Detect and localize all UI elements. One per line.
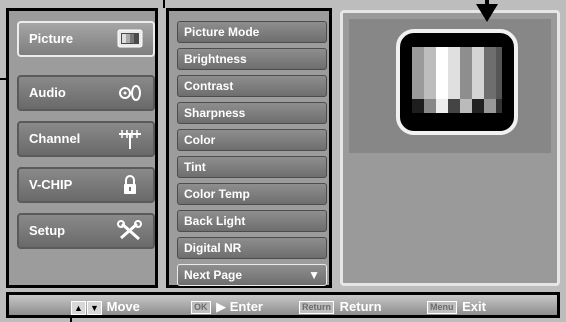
menu-item-back-light[interactable]: Back Light: [177, 210, 327, 232]
category-vchip[interactable]: V-CHIP: [17, 167, 155, 203]
category-channel[interactable]: Channel: [17, 121, 155, 157]
play-arrow-icon: ▶: [216, 299, 227, 314]
menu-item-brightness[interactable]: Brightness: [177, 48, 327, 70]
preview-area: [349, 19, 551, 153]
help-exit-label: Exit: [462, 299, 486, 314]
menu-item-label: Digital NR: [184, 241, 242, 255]
menu-item-label: Brightness: [184, 52, 247, 66]
annotation-line: [0, 78, 6, 80]
help-move-label: Move: [106, 299, 140, 314]
category-label: V-CHIP: [29, 177, 73, 192]
preview-panel: [340, 10, 560, 286]
category-setup[interactable]: Setup: [17, 213, 155, 249]
annotation-arrow-icon: [476, 4, 498, 22]
menu-item-color[interactable]: Color: [177, 129, 327, 151]
tv-osd-screen: Picture Audio Channel V-CHIP Setup Pictu…: [0, 0, 566, 322]
help-enter: OK ▶ Enter: [191, 299, 263, 315]
up-arrow-icon: ▲: [71, 300, 86, 315]
menu-item-contrast[interactable]: Contrast: [177, 75, 327, 97]
menu-item-label: Sharpness: [184, 106, 246, 120]
help-return-label: Return: [339, 299, 382, 314]
ok-key-icon: OK: [191, 301, 211, 315]
antenna-icon: [117, 128, 143, 150]
picture-submenu: Picture Mode Brightness Contrast Sharpne…: [166, 8, 332, 288]
speaker-icon: [117, 82, 143, 104]
return-key-icon: Return: [299, 301, 334, 315]
color-bars-icon: [406, 39, 508, 125]
menu-item-digital-nr[interactable]: Digital NR: [177, 237, 327, 259]
help-exit: Menu Exit: [427, 299, 486, 315]
annotation-line: [163, 0, 165, 8]
menu-item-label: Back Light: [184, 214, 246, 228]
help-move: ▲ ▼ Move: [71, 299, 140, 315]
menu-item-label: Color Temp: [184, 187, 250, 201]
category-menu: Picture Audio Channel V-CHIP Setup: [6, 8, 158, 288]
category-label: Setup: [29, 223, 66, 238]
menu-item-next-page[interactable]: Next Page ▼: [177, 264, 327, 286]
menu-item-label: Picture Mode: [184, 25, 260, 39]
help-bar: ▲ ▼ Move OK ▶ Enter Return Return Menu Ex…: [6, 292, 560, 318]
tools-icon: [117, 220, 143, 242]
down-arrow-icon: ▼: [87, 300, 102, 315]
category-label: Channel: [29, 131, 81, 146]
category-audio[interactable]: Audio: [17, 75, 155, 111]
menu-item-label: Tint: [184, 160, 206, 174]
chevron-down-icon: ▼: [308, 268, 320, 282]
category-label: Picture: [29, 31, 74, 46]
help-enter-label: Enter: [229, 299, 263, 314]
menu-item-label: Color: [184, 133, 216, 147]
menu-item-label: Contrast: [184, 79, 234, 93]
tv-preview-icon: [396, 29, 518, 135]
menu-item-sharpness[interactable]: Sharpness: [177, 102, 327, 124]
menu-key-icon: Menu: [427, 301, 457, 315]
help-return: Return Return: [299, 299, 382, 315]
tv-icon: [117, 28, 143, 50]
menu-item-color-temp[interactable]: Color Temp: [177, 183, 327, 205]
category-label: Audio: [29, 85, 66, 100]
menu-item-tint[interactable]: Tint: [177, 156, 327, 178]
annotation-line: [70, 318, 72, 322]
menu-item-picture-mode[interactable]: Picture Mode: [177, 21, 327, 43]
category-picture[interactable]: Picture: [17, 21, 155, 57]
menu-item-label: Next Page: [184, 268, 243, 282]
lock-icon: [117, 174, 143, 196]
